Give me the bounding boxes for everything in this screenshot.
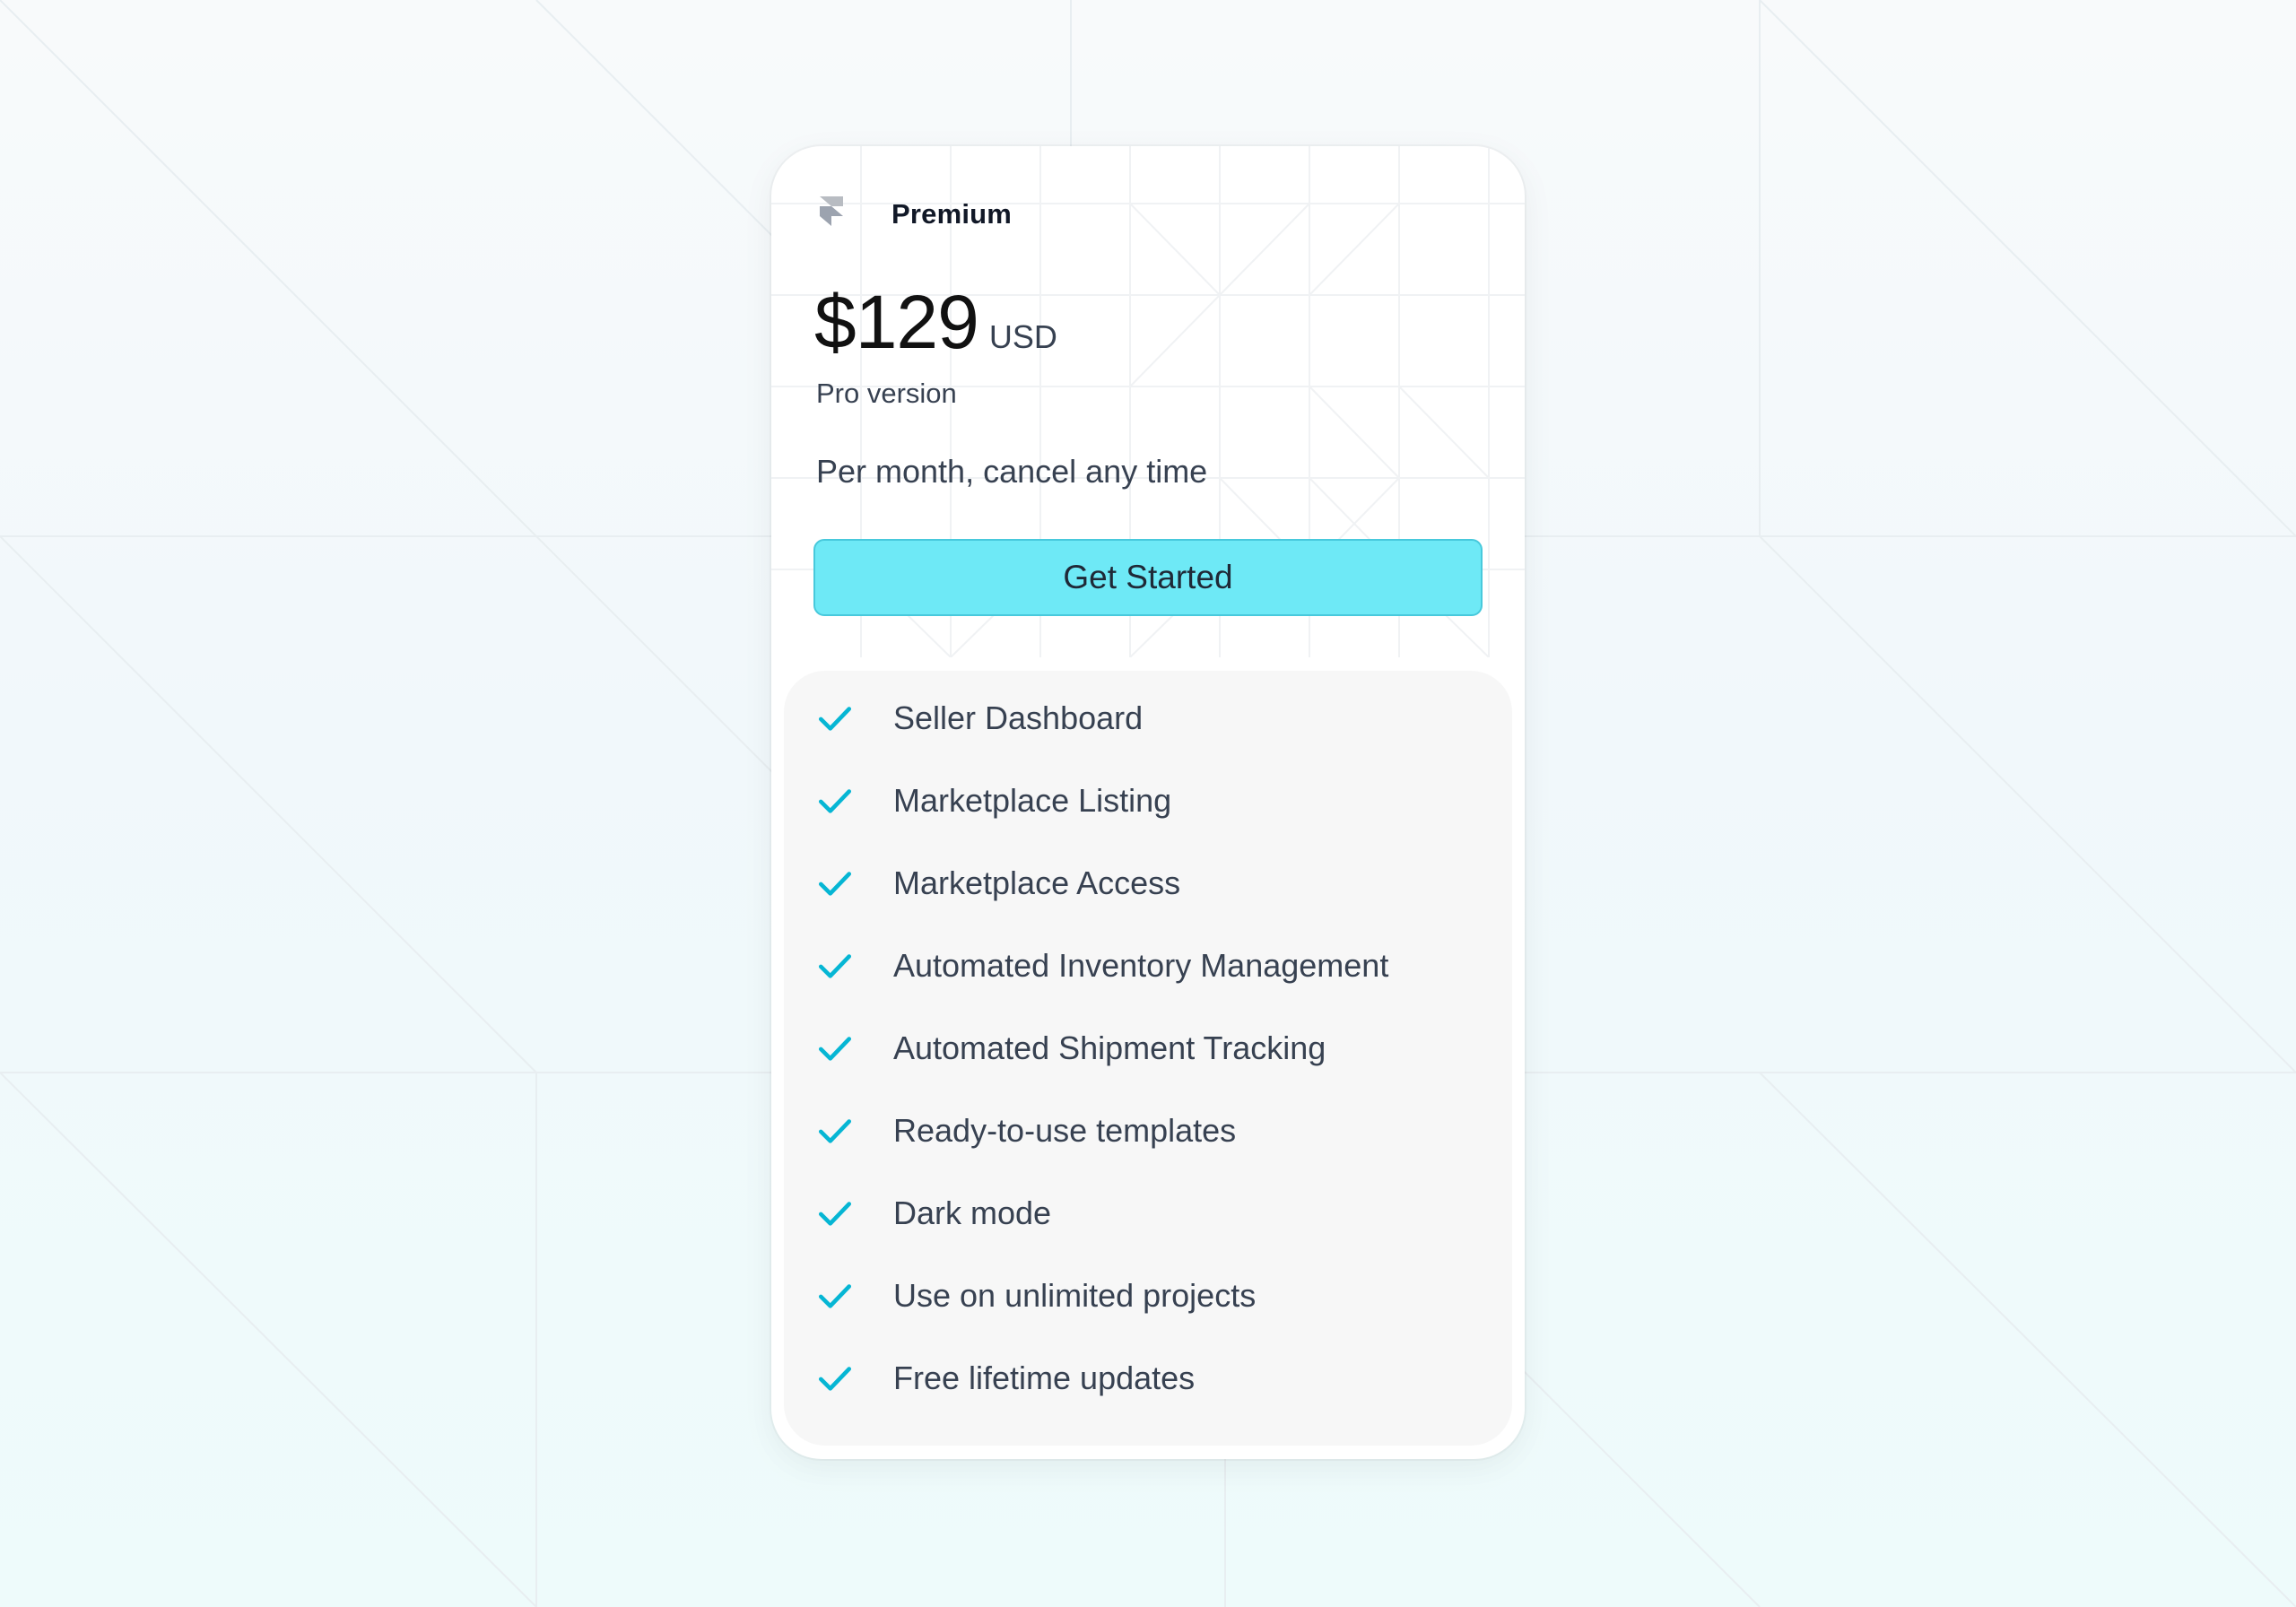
- feature-item: Automated Inventory Management: [784, 939, 1388, 993]
- feature-label: Seller Dashboard: [893, 699, 1144, 736]
- check-icon: [818, 954, 852, 978]
- check-icon: [818, 1037, 852, 1061]
- feature-label: Free lifetime updates: [893, 1359, 1196, 1396]
- feature-item: Marketplace Listing: [784, 774, 1171, 828]
- check-icon: [818, 789, 852, 813]
- plan-version: Pro version: [816, 378, 957, 409]
- price-amount: $129: [814, 280, 979, 364]
- check-icon: [818, 1284, 852, 1308]
- feature-label: Automated Shipment Tracking: [893, 1029, 1326, 1066]
- feature-item: Ready-to-use templates: [784, 1104, 1236, 1158]
- feature-label: Marketplace Listing: [893, 782, 1172, 819]
- get-started-button[interactable]: Get Started: [813, 539, 1483, 616]
- feature-item: Dark mode: [784, 1186, 1051, 1240]
- pricing-card: Premium $129 USD Pro version Per month, …: [771, 146, 1525, 1459]
- feature-label: Marketplace Access: [893, 864, 1181, 901]
- price-row: $129 USD: [814, 279, 1057, 366]
- feature-label: Ready-to-use templates: [893, 1112, 1237, 1149]
- feature-item: Seller Dashboard: [784, 691, 1143, 745]
- feature-item: Use on unlimited projects: [784, 1269, 1256, 1323]
- feature-label: Use on unlimited projects: [893, 1277, 1257, 1314]
- feature-item: Automated Shipment Tracking: [784, 1021, 1326, 1075]
- feature-label: Automated Inventory Management: [893, 947, 1389, 984]
- billing-note: Per month, cancel any time: [816, 453, 1208, 490]
- check-icon: [818, 1367, 852, 1391]
- check-icon: [818, 707, 852, 731]
- plan-name: Premium: [891, 198, 1013, 230]
- check-icon: [818, 872, 852, 896]
- check-icon: [818, 1202, 852, 1226]
- plan-header: Premium: [818, 195, 1012, 233]
- framer-logo-icon: [820, 196, 843, 226]
- feature-item: Marketplace Access: [784, 856, 1180, 910]
- feature-label: Dark mode: [893, 1194, 1052, 1231]
- feature-list: Seller Dashboard Marketplace Listing Mar…: [782, 669, 1514, 1447]
- check-icon: [818, 1119, 852, 1143]
- feature-item: Free lifetime updates: [784, 1351, 1195, 1405]
- price-currency: USD: [988, 318, 1057, 355]
